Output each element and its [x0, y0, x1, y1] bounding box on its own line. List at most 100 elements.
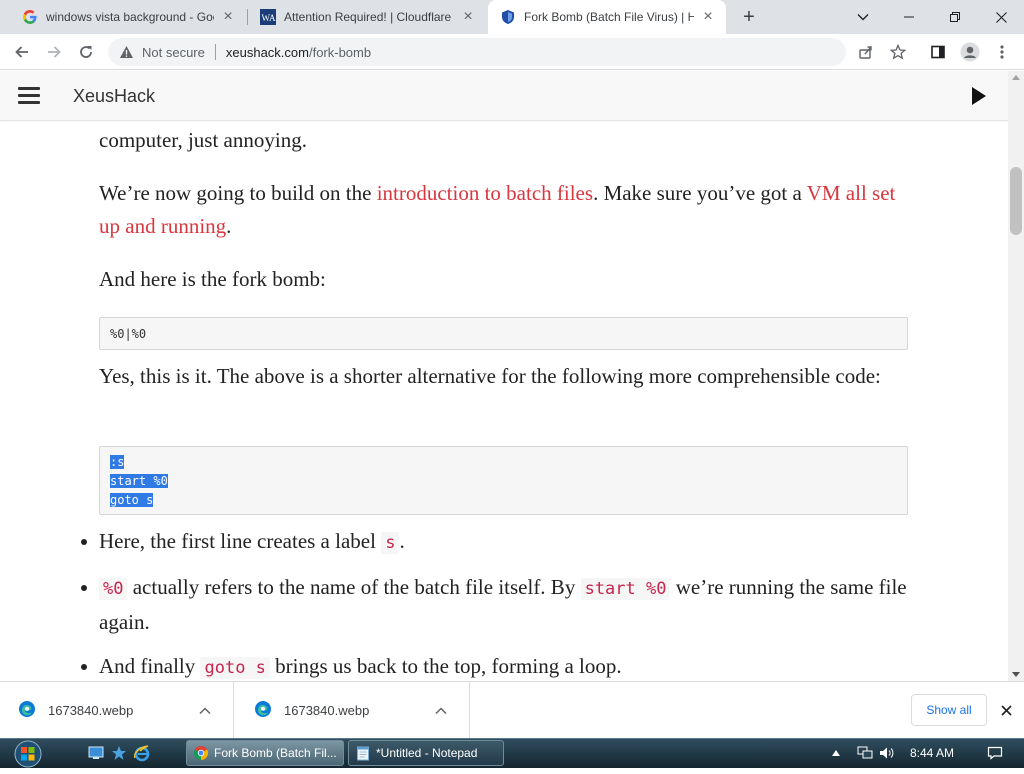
- code-line: start %0: [110, 472, 897, 491]
- page-content: computer, just annoying. We’re now going…: [0, 122, 1008, 681]
- taskbar-chrome-button[interactable]: Fork Bomb (Batch Fil...: [186, 740, 344, 766]
- show-all-button[interactable]: Show all: [911, 694, 987, 726]
- paragraph: Yes, this is it. The above is a shorter …: [99, 364, 881, 388]
- action-center-icon[interactable]: [986, 746, 1004, 760]
- close-downloads-icon[interactable]: [996, 700, 1016, 720]
- chrome-icon: [193, 746, 209, 761]
- tab-title: Attention Required! | Cloudflare: [284, 10, 452, 24]
- scroll-down-arrow-icon[interactable]: [1012, 672, 1020, 677]
- tab-strip: windows vista background - Goo × WA Atte…: [0, 0, 1024, 34]
- side-panel-icon[interactable]: [926, 40, 950, 64]
- tab-google-search[interactable]: windows vista background - Goo ×: [10, 0, 246, 34]
- taskbar-notepad-button[interactable]: *Untitled - Notepad: [348, 740, 504, 766]
- list-item: Here, the first line creates a label s.: [81, 525, 909, 560]
- code-block[interactable]: :s start %0 goto s: [99, 446, 908, 515]
- security-label[interactable]: Not secure: [142, 45, 205, 60]
- downloads-bar: 1673840.webp 1673840.webp Show all: [0, 681, 1024, 739]
- omnibox-divider: [214, 44, 216, 60]
- list-item: %0 actually refers to the name of the ba…: [81, 571, 909, 639]
- taskbar-button-label: *Untitled - Notepad: [376, 746, 478, 760]
- paragraph: computer, just annoying.: [99, 128, 307, 152]
- list-text: brings us back to the top, forming a loo…: [269, 654, 622, 678]
- site-header: XeusHack: [0, 71, 1008, 121]
- paragraph-text: .: [226, 214, 232, 238]
- tab-close-icon[interactable]: ×: [460, 8, 476, 25]
- site-name[interactable]: XeusHack: [73, 86, 155, 107]
- paragraph: And here is the fork bomb:: [99, 267, 326, 291]
- tab-fork-bomb[interactable]: Fork Bomb (Batch File Virus) | Ha ×: [488, 0, 726, 34]
- reload-button[interactable]: [74, 40, 98, 64]
- tab-title: Fork Bomb (Batch File Virus) | Ha: [524, 10, 694, 24]
- close-window-button[interactable]: [978, 0, 1024, 34]
- scrollbar-thumb[interactable]: [1010, 167, 1022, 235]
- list-text: And finally: [99, 654, 201, 678]
- url-path: /fork-bomb: [308, 44, 372, 60]
- tab-close-icon[interactable]: ×: [220, 8, 236, 25]
- edge-file-icon: [254, 700, 272, 721]
- tab-cloudflare[interactable]: WA Attention Required! | Cloudflare ×: [248, 0, 486, 34]
- tray-expand-icon[interactable]: [828, 750, 844, 756]
- volume-icon[interactable]: [878, 746, 896, 760]
- download-item[interactable]: 1673840.webp: [0, 682, 234, 739]
- share-icon[interactable]: [854, 40, 878, 64]
- list-item: And finally goto s brings us back to the…: [81, 650, 909, 681]
- download-filename: 1673840.webp: [48, 703, 134, 718]
- download-item[interactable]: 1673840.webp: [236, 682, 470, 739]
- chevron-up-icon[interactable]: [435, 703, 451, 718]
- introduction-link[interactable]: introduction to batch files: [377, 181, 593, 205]
- new-tab-button[interactable]: +: [737, 5, 761, 29]
- hamburger-menu-icon[interactable]: [18, 87, 40, 105]
- chevron-up-icon[interactable]: [199, 703, 215, 718]
- inline-code: goto s: [200, 657, 270, 679]
- bullet-list: Here, the first line creates a label s. …: [81, 525, 909, 681]
- url-host: xeushack.com: [225, 44, 309, 60]
- inline-code: s: [381, 532, 400, 554]
- inline-code: %0: [99, 578, 128, 600]
- shield-icon: [500, 9, 516, 25]
- code-line: %0|%0: [110, 327, 147, 341]
- warning-triangle-icon[interactable]: [118, 44, 134, 60]
- list-text: actually refers to the name of the batch…: [127, 575, 581, 599]
- wa-icon: WA: [260, 9, 276, 25]
- tab-search-chevron-icon[interactable]: [840, 0, 886, 34]
- edge-file-icon: [18, 700, 36, 721]
- play-icon[interactable]: [972, 87, 986, 105]
- network-icon[interactable]: [856, 746, 874, 760]
- paragraph-text: We’re now going to build on the: [99, 181, 377, 205]
- minimize-button[interactable]: [886, 0, 932, 34]
- svg-text:WA: WA: [262, 13, 276, 23]
- paragraph-text: . Make sure you’ve got a: [593, 181, 807, 205]
- restore-button[interactable]: [932, 0, 978, 34]
- tab-title: windows vista background - Goo: [46, 10, 214, 24]
- inline-code: start %0: [580, 578, 671, 600]
- show-desktop-icon[interactable]: [87, 744, 105, 762]
- system-tray: 8:44 AM: [828, 738, 1004, 768]
- url-text[interactable]: xeushack.com/fork-bomb: [226, 45, 371, 60]
- vertical-scrollbar[interactable]: [1008, 71, 1024, 681]
- selected-code: start %0: [110, 474, 168, 488]
- code-block[interactable]: %0|%0: [99, 317, 908, 350]
- back-button[interactable]: [10, 40, 34, 64]
- code-line: :s: [110, 453, 897, 472]
- tab-close-icon[interactable]: ×: [700, 8, 716, 25]
- internet-explorer-icon[interactable]: [133, 744, 151, 762]
- taskbar-button-label: Fork Bomb (Batch Fil...: [214, 746, 337, 760]
- list-text: Here, the first line creates a label: [99, 529, 382, 553]
- browser-toolbar: Not secure xeushack.com/fork-bomb: [0, 34, 1024, 70]
- more-menu-icon[interactable]: [990, 40, 1014, 64]
- bookmark-star-icon[interactable]: [886, 40, 910, 64]
- profile-avatar-icon[interactable]: [958, 40, 982, 64]
- selected-code: goto s: [110, 493, 154, 507]
- notepad-icon: [357, 746, 369, 761]
- paragraph: We’re now going to build on the introduc…: [99, 177, 909, 243]
- scroll-up-arrow-icon[interactable]: [1012, 75, 1020, 80]
- list-text: .: [399, 529, 405, 553]
- forward-button[interactable]: [42, 40, 66, 64]
- download-filename: 1673840.webp: [284, 703, 370, 718]
- clock[interactable]: 8:44 AM: [910, 746, 954, 760]
- switch-windows-icon[interactable]: [110, 744, 128, 762]
- selected-code: :s: [110, 455, 125, 469]
- address-bar[interactable]: Not secure xeushack.com/fork-bomb: [108, 38, 846, 66]
- start-orb-icon[interactable]: [9, 739, 47, 769]
- google-icon: [22, 9, 38, 25]
